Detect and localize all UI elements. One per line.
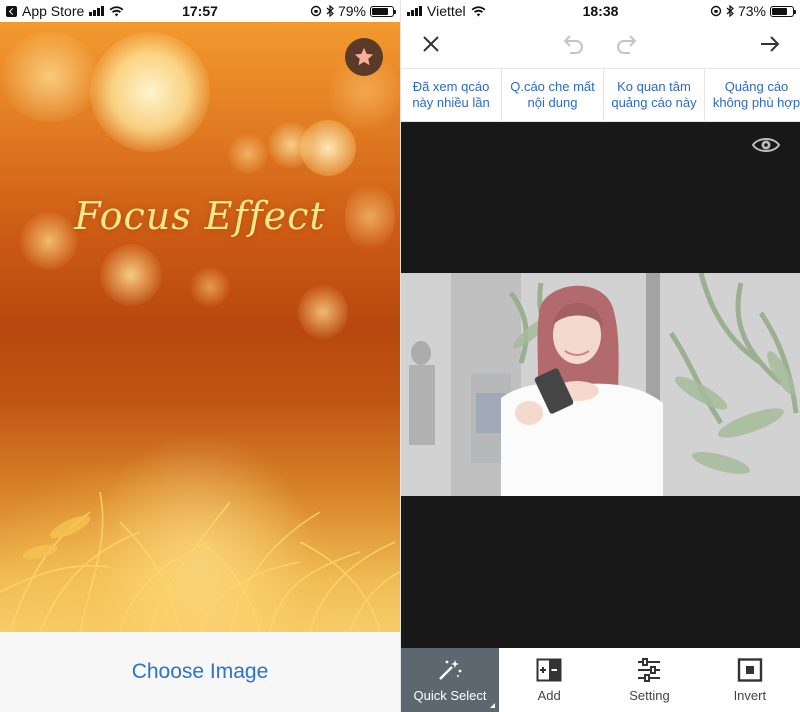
next-button[interactable] [758,32,782,56]
status-right: 73% [650,3,800,19]
preview-toggle-button[interactable] [751,134,781,156]
bokeh-light [0,32,100,122]
close-button[interactable] [419,32,443,56]
back-to-app-icon[interactable] [6,5,17,17]
bokeh-light [100,244,162,306]
tab-invert[interactable]: Invert [700,648,800,712]
wifi-icon [471,5,486,16]
favorite-button[interactable] [345,38,383,76]
edited-photo[interactable] [401,273,800,496]
ad-option-not-interested[interactable]: Ko quan tâm quảng cáo này [604,69,705,121]
undo-icon [563,35,583,54]
editor-tab-bar: Quick Select Add Setting Invert [401,648,800,712]
tab-add[interactable]: Add [499,648,599,712]
ad-feedback-bar: Đã xem qcáo này nhiều lần Q.cáo che mất … [401,68,800,122]
tab-label: Invert [733,687,767,703]
wheat-grass [0,491,400,632]
status-time: 17:57 [182,3,218,19]
ad-option-seen-many-times[interactable]: Đã xem qcáo này nhiều lần [401,69,502,121]
bokeh-light [190,267,230,307]
undo-button[interactable] [561,32,585,56]
choose-image-button[interactable]: Choose Image [132,660,269,684]
battery-percent: 79% [337,3,366,19]
signal-icon [407,6,422,16]
back-app-label[interactable]: App Store [22,3,84,19]
battery-icon [370,5,396,17]
ad-option-covers-content[interactable]: Q.cáo che mất nội dung [502,69,604,121]
arrow-right-icon [761,36,780,52]
status-bar: Viettel 18:38 73% [401,0,800,22]
bluetooth-icon [726,5,734,17]
hero-title: Focus Effect [74,194,326,238]
editor-canvas[interactable] [401,122,800,648]
redo-button[interactable] [615,32,639,56]
orientation-lock-icon [710,5,722,17]
sliders-icon [638,657,661,682]
tab-quick-select[interactable]: Quick Select [401,648,499,712]
bluetooth-icon [326,5,334,17]
invert-icon [737,657,763,682]
bokeh-light [228,134,268,174]
editor-toolbar [401,22,800,68]
tab-label: Add [537,687,561,703]
tab-label: Setting [629,687,670,703]
redo-icon [617,35,637,54]
add-mask-icon [536,658,562,681]
mask-overlay [401,273,800,496]
bottom-panel: Choose Image [0,632,400,712]
magic-wand-icon [439,659,462,680]
battery-percent: 73% [737,3,766,19]
tab-label: Quick Select [413,687,487,703]
carrier-label: Viettel [427,3,466,19]
hero-image: Focus Effect [0,22,400,632]
tab-setting[interactable]: Setting [599,648,699,712]
left-screen: App Store 17:57 79% Focus Effect Choose … [0,0,400,712]
status-bar: App Store 17:57 79% [0,0,400,22]
battery-icon [770,5,796,17]
status-left: App Store [0,3,150,19]
status-left: Viettel [401,3,551,19]
wifi-icon [109,5,124,16]
bokeh-light [300,120,356,176]
close-icon [423,36,439,52]
orientation-lock-icon [310,5,322,17]
eye-icon [751,138,781,152]
star-icon [354,47,374,66]
ad-option-not-relevant[interactable]: Quảng cáo không phù hợp [705,69,800,121]
signal-icon [89,6,105,16]
status-right: 79% [250,3,400,19]
bokeh-light [298,284,348,340]
bokeh-light [90,32,210,152]
right-screen: Viettel 18:38 73% Đã xem qcáo này nhiều … [401,0,800,712]
status-time: 18:38 [582,3,619,19]
